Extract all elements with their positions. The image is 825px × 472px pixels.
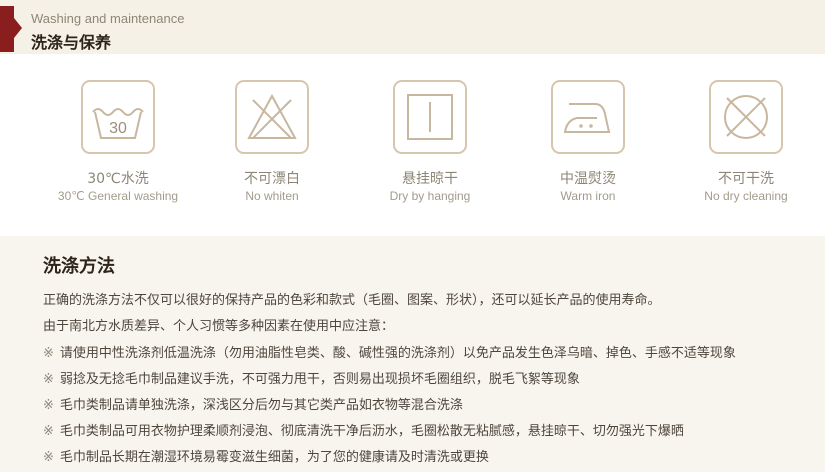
care-label-zh: 不可漂白 [244,171,300,187]
hang-dry-icon [393,80,467,154]
care-label-zh: 中温熨烫 [560,171,616,187]
method-tip: ※ 毛巾类制品可用衣物护理柔顺剂浸泡、彻底清洗干净后沥水，毛圈松散无粘腻感，悬挂晾… [43,420,684,439]
wash-temp-text: 30 [109,120,127,137]
method-intro-line: 正确的洗涤方法不仅可以很好的保持产品的色彩和款式（毛圈、图案、形状），还可以延长… [43,293,661,308]
bullet-mark: ※ [43,450,54,465]
header-accent-bar [0,6,14,52]
header-title-zh: 洗涤与保养 [31,33,112,52]
bullet-mark: ※ [43,424,54,439]
method-tip-text: 毛巾类制品请单独洗涤，深浅区分后勿与其它类产品如衣物等混合洗涤 [59,398,463,413]
care-label-zh: 悬挂晾干 [402,171,458,187]
care-label-en: No whiten [245,189,299,203]
method-tip: ※ 弱捻及无捻毛巾制品建议手洗，不可强力甩干，否则易出现损坏毛圈组织，脱毛飞絮等现… [43,368,580,387]
care-item-wash: 30 30℃水洗 30℃ General washing [38,76,198,226]
bullet-mark: ※ [43,346,54,361]
method-tip-text: 弱捻及无捻毛巾制品建议手洗，不可强力甩干，否则易出现损坏毛圈组织，脱毛飞絮等现象 [59,372,580,387]
method-tip-text: 请使用中性洗涤剂低温洗涤（勿用油脂性皂类、酸、碱性强的洗涤剂）以免产品发生色泽乌… [59,346,736,361]
care-label-zh: 不可干洗 [718,171,774,187]
method-intro-line: 由于南北方水质差异、个人习惯等多种因素在使用中应注意： [43,319,395,334]
care-label-en: 30℃ General washing [57,189,179,203]
method-tip: ※ 毛巾制品长期在潮湿环境易霉变滋生细菌，为了您的健康请及时清洗或更换 [43,446,489,465]
care-item-hang-dry: 悬挂晾干 Dry by hanging [350,76,510,226]
bullet-mark: ※ [43,372,54,387]
method-tip-text: 毛巾制品长期在潮湿环境易霉变滋生细菌，为了您的健康请及时清洗或更换 [59,450,489,465]
care-label-en: No dry cleaning [704,189,788,203]
method-tip: ※ 毛巾类制品请单独洗涤，深浅区分后勿与其它类产品如衣物等混合洗涤 [43,394,463,413]
care-item-iron: 中温熨烫 Warm iron [508,76,668,226]
method-title: 洗涤方法 [43,256,115,277]
no-bleach-icon [235,80,309,154]
wash-30-icon: 30 [81,80,155,154]
care-label-en: Warm iron [560,189,616,203]
care-item-no-dry-clean: 不可干洗 No dry cleaning [666,76,825,226]
no-dry-clean-icon [709,80,783,154]
section-header: Washing and maintenance 洗涤与保养 [0,0,825,54]
iron-medium-icon [551,80,625,154]
care-item-no-bleach: 不可漂白 No whiten [192,76,352,226]
washing-method-panel: 洗涤方法 正确的洗涤方法不仅可以很好的保持产品的色彩和款式（毛圈、图案、形状），… [0,236,825,472]
bullet-mark: ※ [43,398,54,413]
method-tip-text: 毛巾类制品可用衣物护理柔顺剂浸泡、彻底清洗干净后沥水，毛圈松散无粘腻感，悬挂晾干… [59,424,684,439]
method-tip: ※ 请使用中性洗涤剂低温洗涤（勿用油脂性皂类、酸、碱性强的洗涤剂）以免产品发生色泽… [43,342,736,361]
header-accent-notch [14,18,22,38]
care-label-zh: 30℃水洗 [87,171,149,187]
header-title-en: Washing and maintenance [31,11,185,26]
care-label-en: Dry by hanging [389,189,471,203]
care-icons-row: 30 30℃水洗 30℃ General washing 不可漂白 No whi… [0,76,825,226]
